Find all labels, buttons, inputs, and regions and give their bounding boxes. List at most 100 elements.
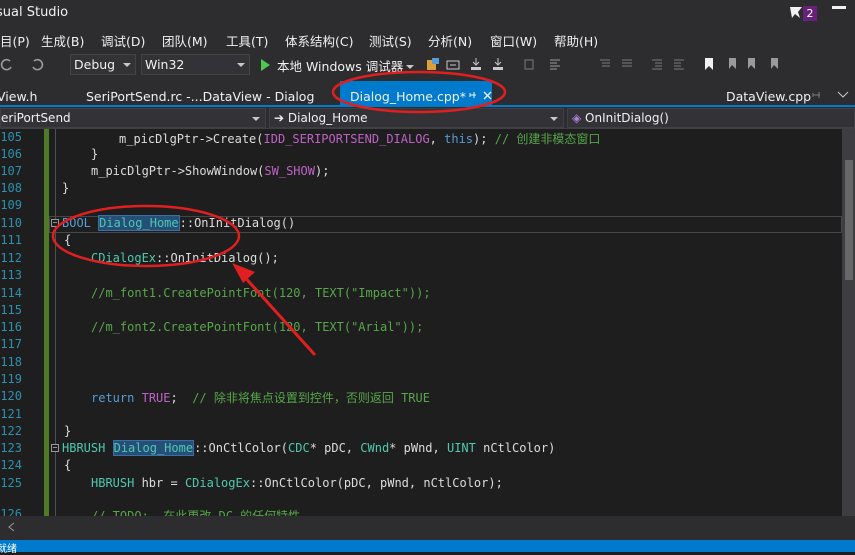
previous-bookmark-icon[interactable]: [724, 57, 738, 71]
line-number: 114: [0, 286, 22, 300]
line-number: 123: [0, 441, 22, 455]
notifications-button[interactable]: 2: [789, 4, 819, 22]
next-bookmark-icon[interactable]: [746, 57, 760, 71]
code-text: * pWnd,: [389, 441, 447, 455]
code-line: 124 {: [0, 458, 842, 475]
member-dropdown[interactable]: ◈ OnInitDialog(): [567, 108, 855, 128]
code-line: 107 m_picDlgPtr->ShowWindow(SW_SHOW);: [0, 164, 842, 181]
redo-icon[interactable]: [30, 57, 44, 71]
arrow-right-icon: ➔: [274, 111, 288, 125]
scrollbar-thumb[interactable]: [845, 160, 853, 280]
menu-project[interactable]: 目(P): [0, 31, 30, 50]
undo-icon[interactable]: [0, 57, 14, 71]
tab-dialog-home-cpp[interactable]: Dialog_Home.cpp*: [350, 89, 466, 104]
code-line: 106 }: [0, 147, 842, 164]
code-text: {: [64, 233, 72, 247]
step-over-icon[interactable]: [491, 57, 505, 71]
pin-icon[interactable]: [812, 90, 823, 100]
step-into-icon[interactable]: [469, 57, 483, 71]
line-number: 113: [0, 268, 22, 282]
indent-icon[interactable]: [650, 57, 664, 71]
comment-icon[interactable]: [598, 57, 612, 71]
step-out-icon[interactable]: [522, 57, 536, 71]
code-text: CWnd: [360, 441, 390, 455]
line-number: 107: [0, 164, 22, 178]
code-text: }: [64, 424, 72, 438]
menu-team[interactable]: 团队(M): [162, 31, 208, 50]
menu-architecture[interactable]: 体系结构(C): [285, 31, 353, 50]
code-text: return: [91, 391, 135, 405]
horizontal-scroll-area[interactable]: [0, 516, 855, 540]
chevron-down-icon[interactable]: [406, 65, 414, 69]
code-text: m_picDlgPtr->Create(: [119, 132, 264, 146]
project-dropdown[interactable]: eriPortSend: [0, 108, 266, 128]
format-icon[interactable]: [548, 57, 562, 71]
line-number: 122: [0, 424, 22, 438]
toolbar: Debug Win32 本地 Windows 调试器: [0, 51, 855, 79]
tab-dataview-cpp[interactable]: DataView.cpp: [726, 89, 811, 104]
code-text: SW_SHOW: [264, 164, 315, 178]
code-line: 111 {: [0, 233, 842, 250]
member-value: OnInitDialog(): [585, 111, 669, 125]
code-line: 120 return TRUE; // 除非将焦点设置到控件，否则返回 TRUE: [0, 389, 842, 406]
code-text: TRUE: [141, 391, 171, 405]
solution-config-select[interactable]: Debug: [70, 54, 136, 75]
code-comment: //m_font1.CreatePointFont(120, TEXT("Imp…: [91, 286, 431, 300]
collapse-icon[interactable]: −: [51, 219, 59, 227]
line-number: 108: [0, 181, 22, 195]
code-comment: //m_font2.CreatePointFont(120, TEXT("Ari…: [91, 320, 424, 334]
code-line: 125 HBRUSH hbr = CDialogEx::OnCtlColor(p…: [0, 476, 842, 493]
menu-test[interactable]: 测试(S): [369, 31, 412, 50]
code-text: hbr =: [134, 476, 185, 490]
code-line: 110 − BOOL Dialog_Home::OnInitDialog(): [0, 215, 842, 233]
minimize-button[interactable]: [832, 6, 846, 9]
menu-analyze[interactable]: 分析(N): [428, 31, 472, 50]
tab-view-h[interactable]: View.h: [0, 89, 37, 104]
menu-tools[interactable]: 工具(T): [226, 31, 268, 50]
outdent-icon[interactable]: [672, 57, 686, 71]
code-text: Dialog_Home: [112, 440, 195, 456]
code-text: ::OnInitDialog();: [156, 251, 279, 265]
code-text: UINT: [446, 441, 476, 455]
code-text: * pDC,: [309, 441, 361, 455]
platform-select[interactable]: Win32: [141, 54, 250, 75]
code-text: m_picDlgPtr->ShowWindow(: [91, 164, 265, 178]
pin-icon[interactable]: [468, 90, 478, 100]
class-dropdown[interactable]: ➔ Dialog_Home: [269, 108, 564, 128]
tab-overflow-icon[interactable]: [836, 89, 850, 101]
notification-count-badge: 2: [803, 6, 817, 21]
menu-debug[interactable]: 调试(D): [101, 31, 145, 50]
start-debugger-button[interactable]: 本地 Windows 调试器: [277, 56, 403, 75]
code-line: 121: [0, 407, 842, 424]
menu-help[interactable]: 帮助(H): [554, 31, 598, 50]
play-icon[interactable]: [258, 58, 272, 72]
chevron-down-icon: [123, 63, 131, 67]
code-line: 108 }: [0, 181, 842, 198]
line-number: 115: [0, 303, 22, 317]
code-text: CDialogEx: [184, 476, 250, 490]
line-number: 125: [0, 476, 22, 490]
chevron-down-icon: [550, 117, 558, 121]
line-number: 109: [0, 198, 22, 212]
line-number: 126: [0, 507, 22, 516]
scroll-left-icon[interactable]: [6, 521, 18, 533]
menu-build[interactable]: 生成(B): [41, 31, 84, 50]
menu-window[interactable]: 窗口(W): [490, 31, 537, 50]
bookmark-icon[interactable]: [702, 57, 716, 71]
line-number: 124: [0, 458, 22, 472]
uncomment-icon[interactable]: [620, 57, 634, 71]
collapse-icon[interactable]: −: [51, 444, 59, 452]
line-number: 119: [0, 372, 22, 386]
close-icon[interactable]: [483, 91, 492, 100]
code-line: 119: [0, 372, 842, 389]
clear-bookmarks-icon[interactable]: [768, 57, 782, 71]
line-number: 118: [0, 355, 22, 369]
tab-seriportsend-rc[interactable]: SeriPortSend.rc -...DataView - Dialog: [86, 89, 314, 104]
attach-icon[interactable]: [426, 57, 440, 71]
code-line: 109: [0, 198, 842, 215]
code-text: CDialogEx: [91, 251, 157, 265]
class-value: Dialog_Home: [287, 111, 368, 125]
flag-icon: [790, 7, 802, 18]
code-line: 123 − HBRUSH Dialog_Home::OnCtlColor(CDC…: [0, 440, 842, 458]
toolbox-icon[interactable]: [446, 57, 460, 71]
